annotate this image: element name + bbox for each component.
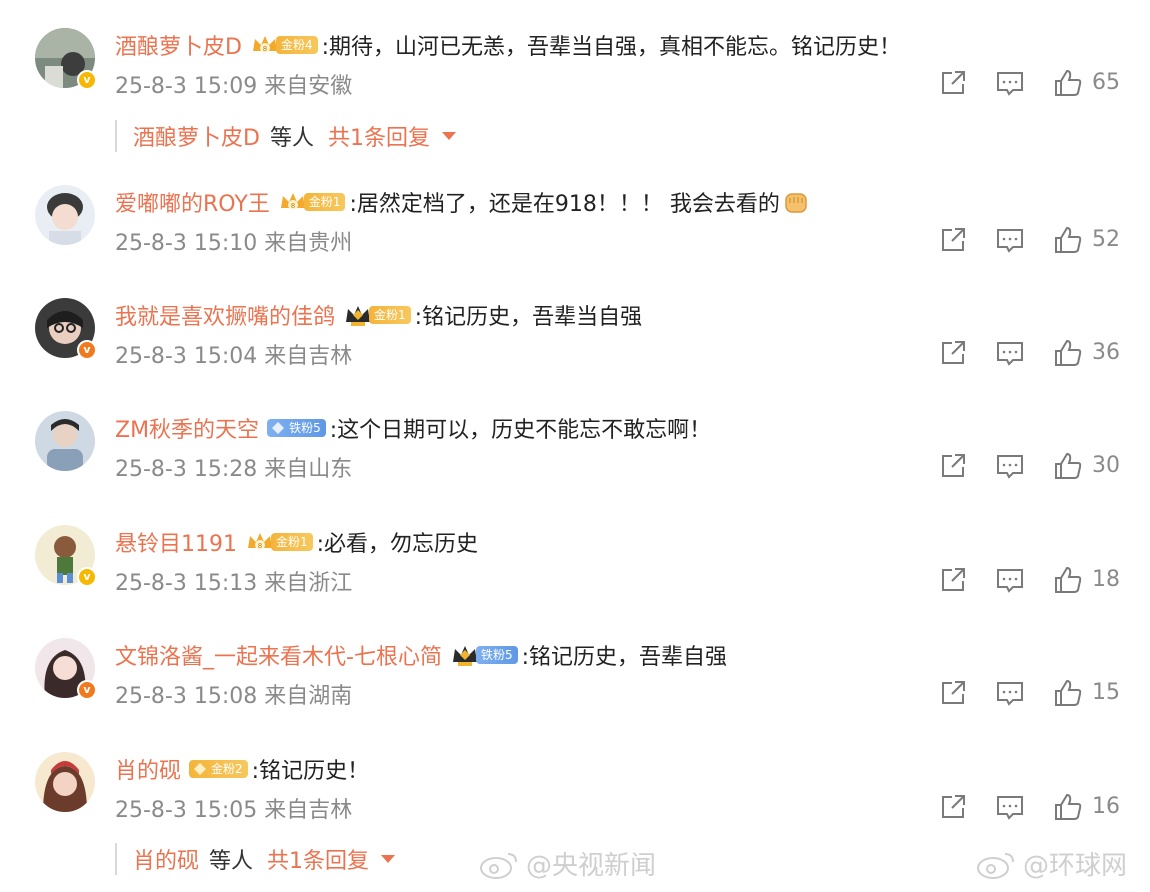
avatar[interactable]: v (35, 638, 97, 700)
username-link[interactable]: 我就是喜欢撅嘴的佳鸽 (115, 299, 335, 331)
comment-meta: 25-8-3 15:08 来自湖南 (115, 684, 353, 709)
comment-icon[interactable] (995, 451, 1027, 483)
reply-user[interactable]: 酒酿萝卜皮D (133, 120, 260, 152)
share-icon[interactable] (938, 792, 970, 824)
reply-summary[interactable]: 酒酿萝卜皮D 等人 共1条回复 (115, 120, 456, 152)
fan-badge[interactable]: 铁粉5 (450, 644, 518, 666)
avatar[interactable]: v (35, 298, 97, 360)
like-count: 52 (1092, 227, 1120, 252)
comment-meta: 25-8-3 15:09 来自安徽 (115, 74, 353, 99)
like-count: 15 (1092, 680, 1120, 705)
like-icon[interactable] (1053, 338, 1085, 370)
svg-text:8: 8 (291, 202, 295, 210)
comment-meta: 25-8-3 15:04 来自吉林 (115, 344, 353, 369)
like-icon[interactable] (1053, 451, 1085, 483)
weibo-logo-icon (977, 852, 1014, 879)
fan-badge[interactable]: 金粉1 (343, 304, 411, 326)
share-icon[interactable] (938, 451, 970, 483)
comment-icon[interactable] (995, 565, 1027, 597)
fan-badge[interactable]: 8 金粉1 (245, 531, 313, 553)
avatar[interactable] (35, 185, 95, 245)
share-icon[interactable] (938, 678, 970, 710)
verified-badge-icon: v (77, 340, 97, 360)
watermark: @环球网 (975, 845, 1127, 882)
like-icon[interactable] (1053, 678, 1085, 710)
fan-badge[interactable]: 金粉2 (189, 758, 248, 780)
share-icon[interactable] (938, 68, 970, 100)
avatar[interactable]: v (35, 28, 97, 90)
comment-icon[interactable] (995, 792, 1027, 824)
like-icon[interactable] (1053, 792, 1085, 824)
like-icon[interactable] (1053, 225, 1085, 257)
reply-count-link[interactable]: 共1条回复 (328, 120, 430, 152)
verified-badge-icon: v (77, 567, 97, 587)
comment-text: :这个日期可以，历史不能忘不敢忘啊！ (329, 418, 712, 443)
username-link[interactable]: 文锦洛酱_一起来看木代-七根心简 (115, 639, 442, 671)
share-icon[interactable] (938, 338, 970, 370)
chevron-down-icon[interactable] (381, 855, 396, 863)
avatar[interactable] (35, 752, 95, 812)
reply-count-link[interactable]: 共1条回复 (267, 843, 369, 875)
comment-icon[interactable] (995, 225, 1027, 257)
comment-text: :铭记历史！ (251, 759, 370, 784)
reply-user[interactable]: 肖的砚 (133, 843, 199, 875)
fist-emoji-icon (785, 193, 807, 213)
like-icon[interactable] (1053, 565, 1085, 597)
share-icon[interactable] (938, 565, 970, 597)
like-icon[interactable] (1053, 68, 1085, 100)
comment-meta: 25-8-3 15:10 来自贵州 (115, 231, 353, 256)
gold-gem-icon (194, 763, 207, 775)
verified-badge-icon: v (77, 680, 97, 700)
fan-badge[interactable]: 铁粉5 (267, 417, 326, 439)
comment-meta: 25-8-3 15:05 来自吉林 (115, 798, 353, 823)
comment-icon[interactable] (995, 338, 1027, 370)
username-link[interactable]: 肖的砚 (115, 753, 181, 785)
fan-badge[interactable]: 8 金粉4 (250, 34, 318, 56)
comment-meta: 25-8-3 15:13 来自浙江 (115, 571, 353, 596)
username-link[interactable]: 酒酿萝卜皮D (115, 29, 242, 61)
comment-text: :期待，山河已无恙，吾辈当自强，真相不能忘。铭记历史！ (321, 35, 902, 60)
like-count: 65 (1092, 70, 1120, 95)
comment-text: :必看，勿忘历史 (316, 532, 479, 557)
share-icon[interactable] (938, 225, 970, 257)
comment-text: :居然定档了，还是在918！！！ 我会去看的 (349, 192, 780, 217)
fan-badge[interactable]: 8 金粉1 (278, 191, 346, 213)
like-count: 36 (1092, 340, 1120, 365)
verified-badge-icon: v (77, 70, 97, 90)
comment-icon[interactable] (995, 678, 1027, 710)
username-link[interactable]: 爱嘟嘟的ROY王 (115, 186, 270, 218)
chevron-down-icon[interactable] (441, 132, 456, 140)
comment-meta: 25-8-3 15:28 来自山东 (115, 457, 353, 482)
like-count: 18 (1092, 567, 1120, 592)
watermark: @央视新闻 (478, 845, 656, 882)
svg-text:8: 8 (263, 45, 267, 53)
comment-text: :铭记历史，吾辈自强 (521, 645, 728, 670)
comment-icon[interactable] (995, 68, 1027, 100)
diamond-icon (272, 422, 285, 434)
username-link[interactable]: 悬铃目1191 (115, 526, 237, 558)
comment-text: :铭记历史，吾辈当自强 (414, 305, 643, 330)
svg-text:8: 8 (258, 542, 262, 550)
like-count: 30 (1092, 453, 1120, 478)
like-count: 16 (1092, 794, 1120, 819)
reply-summary[interactable]: 肖的砚 等人 共1条回复 (115, 843, 396, 875)
avatar[interactable] (35, 411, 95, 471)
avatar[interactable]: v (35, 525, 97, 587)
username-link[interactable]: ZM秋季的天空 (115, 412, 259, 444)
weibo-logo-icon (480, 852, 517, 879)
